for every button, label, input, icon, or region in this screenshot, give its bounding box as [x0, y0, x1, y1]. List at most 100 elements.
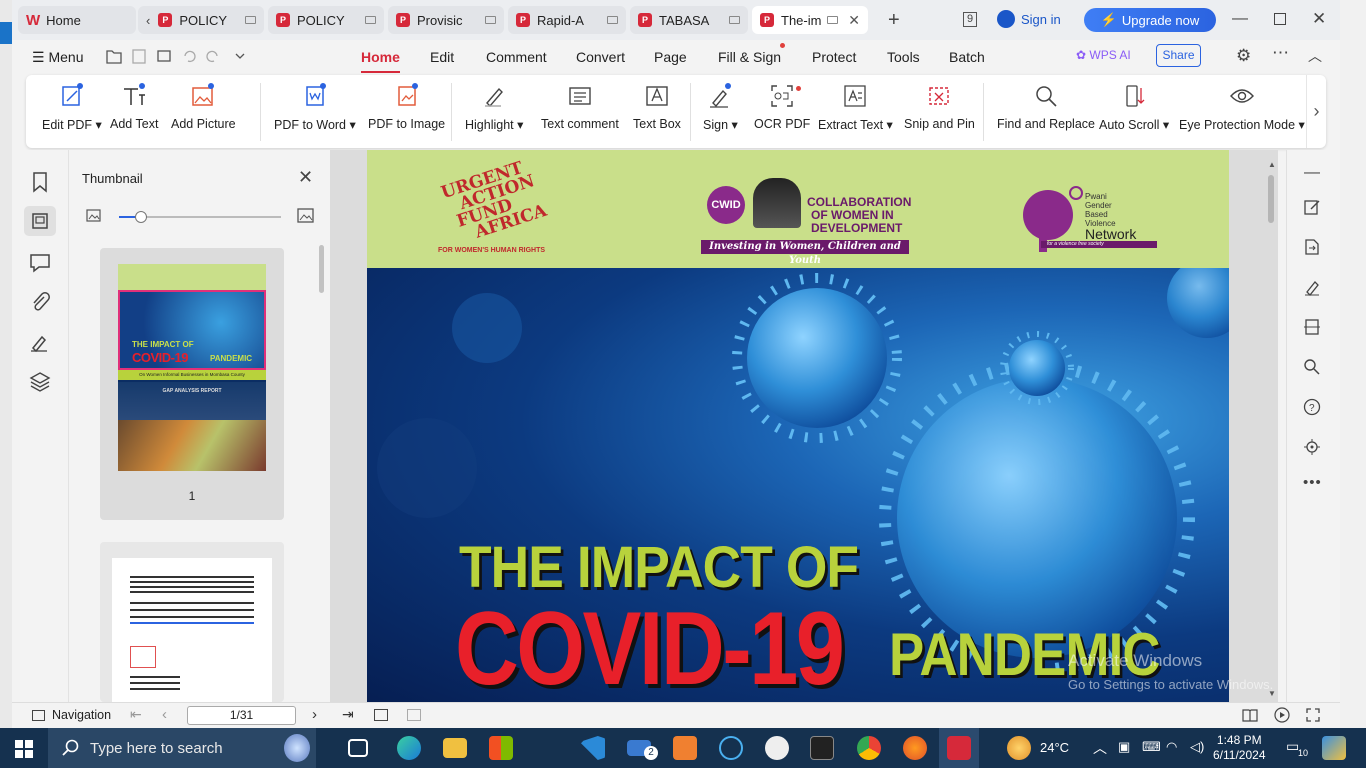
quick-access-toolbar[interactable]: [105, 47, 255, 65]
pdf-to-image-button[interactable]: PDF to Image: [368, 83, 445, 143]
tray-expand-icon[interactable]: ︿: [1093, 738, 1107, 758]
document-view[interactable]: URGENT ACTION FUND AFRICA FOR WOMEN'S HU…: [330, 150, 1278, 705]
chrome-icon[interactable]: [857, 736, 881, 760]
fit-page-icon[interactable]: [374, 709, 388, 721]
page-thumbnail-1[interactable]: THE IMPACT OF COVID-19 PANDEMIC On Women…: [100, 248, 284, 520]
menu-batch[interactable]: Batch: [949, 49, 985, 65]
tab-document-active[interactable]: P The-im ✕: [752, 6, 868, 34]
attachment-icon[interactable]: [28, 290, 52, 314]
text-comment-button[interactable]: Text comment: [541, 83, 619, 143]
search-icon[interactable]: [1303, 358, 1321, 376]
tab-document[interactable]: P POLICY: [268, 6, 384, 34]
minimize-icon[interactable]: —: [1232, 10, 1248, 28]
file-explorer-icon[interactable]: [443, 738, 467, 758]
vscode-icon[interactable]: [581, 736, 605, 760]
navigation-toggle[interactable]: Navigation: [32, 708, 111, 722]
comment-icon[interactable]: [28, 250, 52, 274]
sign-button[interactable]: Sign ▾: [703, 83, 738, 143]
collapse-ribbon-icon[interactable]: ︿: [1308, 46, 1322, 66]
scan-icon[interactable]: [1303, 318, 1321, 336]
tab-document[interactable]: P TABASA: [630, 6, 748, 34]
last-page-icon[interactable]: ⇥: [342, 706, 354, 723]
tab-home[interactable]: W Home: [18, 6, 136, 34]
network-icon[interactable]: ▣: [1118, 739, 1130, 755]
close-window-icon[interactable]: ✕: [1312, 9, 1326, 29]
close-tab-icon[interactable]: ✕: [848, 12, 860, 29]
maximize-icon[interactable]: [1274, 13, 1286, 25]
assistant-icon[interactable]: [1303, 438, 1321, 456]
close-panel-icon[interactable]: ✕: [298, 167, 313, 188]
menu-convert[interactable]: Convert: [576, 49, 625, 65]
microsoft-store-icon[interactable]: [489, 736, 513, 760]
taskbar-search-box[interactable]: Type here to search: [48, 728, 316, 768]
upgrade-button[interactable]: ⚡ Upgrade now: [1084, 8, 1216, 32]
snip-and-pin-button[interactable]: Snip and Pin: [904, 83, 975, 143]
menu-comment[interactable]: Comment: [486, 49, 547, 65]
more-options-icon[interactable]: ⋯: [1272, 43, 1289, 63]
page-thumbnail-2[interactable]: [100, 542, 284, 702]
cortana-c-icon[interactable]: [719, 736, 743, 760]
play-icon[interactable]: [1274, 707, 1290, 723]
xampp-icon[interactable]: [673, 736, 697, 760]
reading-mode-icon[interactable]: [1242, 708, 1258, 722]
input-method-icon[interactable]: ⌨: [1142, 739, 1161, 755]
edge-browser-icon[interactable]: [397, 736, 421, 760]
signature-icon[interactable]: [28, 330, 52, 354]
tab-document[interactable]: P Provisic: [388, 6, 504, 34]
edit-pdf-button[interactable]: Edit PDF ▾: [42, 83, 102, 143]
firefox-icon[interactable]: [903, 736, 927, 760]
tab-scroll-left-icon[interactable]: ‹: [146, 13, 150, 28]
fit-width-icon[interactable]: [407, 709, 421, 721]
document-scrollbar[interactable]: ▲ ▼: [1268, 160, 1276, 700]
extract-text-button[interactable]: Extract Text ▾: [818, 83, 893, 143]
volume-icon[interactable]: ◁): [1190, 739, 1204, 755]
weather-icon[interactable]: [1007, 736, 1031, 760]
wifi-icon[interactable]: ◠: [1166, 739, 1177, 755]
auto-scroll-button[interactable]: Auto Scroll ▾: [1099, 83, 1169, 143]
fullscreen-icon[interactable]: [1306, 708, 1320, 722]
task-view-icon[interactable]: [348, 739, 368, 757]
eye-protection-button[interactable]: Eye Protection Mode ▾: [1179, 83, 1305, 143]
find-and-replace-button[interactable]: Find and Replace: [997, 83, 1095, 143]
clock[interactable]: 1:48 PM 6/11/2024: [1213, 733, 1266, 763]
menu-edit[interactable]: Edit: [430, 49, 454, 65]
pdf-to-word-button[interactable]: PDF to Word ▾: [274, 83, 356, 143]
thumbnail-size-slider[interactable]: [119, 211, 281, 223]
share-button[interactable]: Share: [1156, 44, 1201, 67]
highlight-button[interactable]: Highlight ▾: [465, 83, 523, 143]
sign-icon[interactable]: [1303, 278, 1321, 296]
weather-temperature[interactable]: 24°C: [1040, 740, 1069, 755]
settings-gear-icon[interactable]: ⚙: [1236, 46, 1251, 66]
terminal-icon[interactable]: [810, 736, 834, 760]
new-tab-icon[interactable]: +: [888, 9, 900, 32]
ribbon-scroll-right-icon[interactable]: ›: [1306, 75, 1326, 148]
thumbnail-panel-button[interactable]: [24, 206, 56, 236]
tab-count-icon[interactable]: 9: [963, 12, 978, 27]
convert-icon[interactable]: [1303, 238, 1321, 256]
add-picture-button[interactable]: Add Picture: [171, 83, 236, 143]
first-page-icon[interactable]: ⇤: [130, 706, 142, 723]
zoom-in-image-icon[interactable]: [297, 208, 315, 224]
collapse-rail-icon[interactable]: —: [1304, 164, 1320, 182]
copilot-icon[interactable]: [1322, 736, 1346, 760]
ocr-pdf-button[interactable]: OCR PDF: [754, 83, 810, 143]
menu-page[interactable]: Page: [654, 49, 687, 65]
menu-tools[interactable]: Tools: [887, 49, 920, 65]
help-icon[interactable]: ?: [1303, 398, 1321, 416]
bookmark-icon[interactable]: [28, 170, 52, 194]
menu-button[interactable]: ☰ Menu: [32, 49, 83, 66]
tab-document[interactable]: P Rapid-A: [508, 6, 626, 34]
sign-in-button[interactable]: Sign in: [997, 10, 1061, 28]
menu-protect[interactable]: Protect: [812, 49, 856, 65]
panel-scrollbar[interactable]: [319, 245, 324, 293]
windows-start-icon[interactable]: [15, 740, 33, 758]
slider-knob[interactable]: [135, 211, 147, 223]
page-number-input[interactable]: 1/31: [187, 706, 296, 725]
add-text-button[interactable]: Add Text: [110, 83, 158, 143]
more-tools-icon[interactable]: •••: [1303, 474, 1322, 491]
tab-document[interactable]: ‹ P POLICY: [138, 6, 264, 34]
previous-page-icon[interactable]: ‹: [162, 706, 167, 723]
scroll-up-icon[interactable]: ▲: [1268, 160, 1276, 169]
menu-fill-sign[interactable]: Fill & Sign: [718, 49, 781, 65]
scroll-down-icon[interactable]: ▼: [1268, 689, 1276, 698]
